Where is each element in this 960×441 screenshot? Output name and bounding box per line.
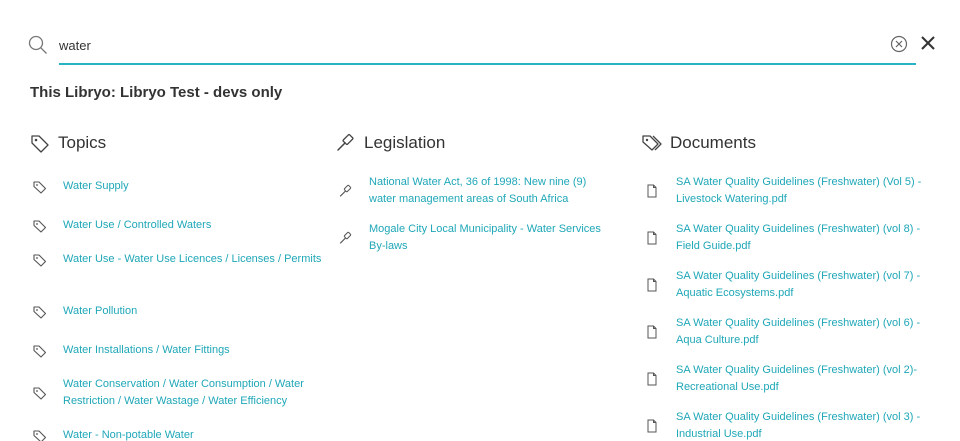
document-item[interactable]: SA Water Quality Guidelines (Freshwater)…	[642, 174, 930, 208]
legislation-column: Legislation National Water Act, 36 of 19…	[336, 130, 626, 252]
topic-item[interactable]: Water Conservation / Water Consumption /…	[30, 376, 323, 410]
topic-label[interactable]: Water Conservation / Water Consumption /…	[63, 376, 323, 410]
file-icon	[647, 419, 657, 433]
legislation-label[interactable]: National Water Act, 36 of 1998: New nine…	[369, 174, 615, 208]
document-label[interactable]: SA Water Quality Guidelines (Freshwater)…	[676, 268, 930, 302]
close-icon[interactable]	[920, 35, 936, 51]
clear-search-icon[interactable]	[890, 35, 908, 53]
document-label[interactable]: SA Water Quality Guidelines (Freshwater)…	[676, 362, 930, 396]
documents-header: Documents	[642, 130, 937, 156]
file-icon	[647, 325, 657, 339]
documents-title: Documents	[670, 133, 756, 152]
tag-icon	[33, 387, 47, 400]
file-icon	[647, 278, 657, 292]
topic-item[interactable]: Water Supply	[30, 178, 323, 195]
gavel-icon	[337, 133, 354, 151]
tag-icon	[33, 180, 47, 194]
topic-item[interactable]: Water - Non-potable Water	[30, 427, 323, 441]
document-item[interactable]: SA Water Quality Guidelines (Freshwater)…	[642, 409, 930, 441]
document-item[interactable]: SA Water Quality Guidelines (Freshwater)…	[642, 315, 930, 349]
document-item[interactable]: SA Water Quality Guidelines (Freshwater)…	[642, 362, 930, 396]
topic-label[interactable]: Water Use - Water Use Licences / License…	[63, 251, 323, 268]
scope-title: This Libryo: Libryo Test - devs only	[30, 84, 283, 101]
document-label[interactable]: SA Water Quality Guidelines (Freshwater)…	[676, 221, 930, 255]
topic-item[interactable]: Water Pollution	[30, 303, 323, 320]
topics-column: Topics Water Supply Water Use / Controll…	[30, 130, 325, 441]
gavel-icon	[339, 231, 352, 244]
legislation-title: Legislation	[364, 133, 446, 152]
document-item[interactable]: SA Water Quality Guidelines (Freshwater)…	[642, 221, 930, 255]
tags-icon	[642, 135, 662, 151]
tag-icon	[33, 253, 47, 267]
search-bar	[28, 32, 918, 66]
file-icon	[647, 184, 657, 198]
gavel-icon	[339, 184, 352, 197]
topic-label[interactable]: Water Pollution	[63, 303, 323, 320]
topic-label[interactable]: Water Installations / Water Fittings	[63, 342, 323, 359]
document-label[interactable]: SA Water Quality Guidelines (Freshwater)…	[676, 174, 930, 208]
search-input[interactable]	[59, 32, 916, 65]
document-label[interactable]: SA Water Quality Guidelines (Freshwater)…	[676, 315, 930, 349]
documents-column: Documents SA Water Quality Guidelines (F…	[642, 130, 937, 440]
file-icon	[647, 231, 657, 245]
tag-icon	[33, 429, 47, 441]
tag-icon	[33, 219, 47, 233]
tag-icon	[33, 344, 47, 358]
topics-title: Topics	[58, 133, 107, 152]
file-icon	[647, 372, 657, 386]
tag-icon	[33, 305, 47, 319]
topic-item[interactable]: Water Installations / Water Fittings	[30, 342, 323, 359]
topic-label[interactable]: Water - Non-potable Water	[63, 427, 323, 441]
topic-item[interactable]: Water Use / Controlled Waters	[30, 217, 323, 234]
legislation-label[interactable]: Mogale City Local Municipality - Water S…	[369, 221, 615, 255]
legislation-item[interactable]: National Water Act, 36 of 1998: New nine…	[336, 174, 615, 208]
topic-label[interactable]: Water Supply	[63, 178, 323, 195]
topic-item[interactable]: Water Use - Water Use Licences / License…	[30, 251, 323, 268]
document-label[interactable]: SA Water Quality Guidelines (Freshwater)…	[676, 409, 930, 441]
document-item[interactable]: SA Water Quality Guidelines (Freshwater)…	[642, 268, 930, 302]
search-icon	[28, 35, 47, 54]
tag-icon	[31, 135, 49, 153]
topics-header: Topics	[30, 130, 325, 156]
legislation-item[interactable]: Mogale City Local Municipality - Water S…	[336, 221, 615, 255]
legislation-header: Legislation	[336, 130, 626, 156]
topic-label[interactable]: Water Use / Controlled Waters	[63, 217, 323, 234]
